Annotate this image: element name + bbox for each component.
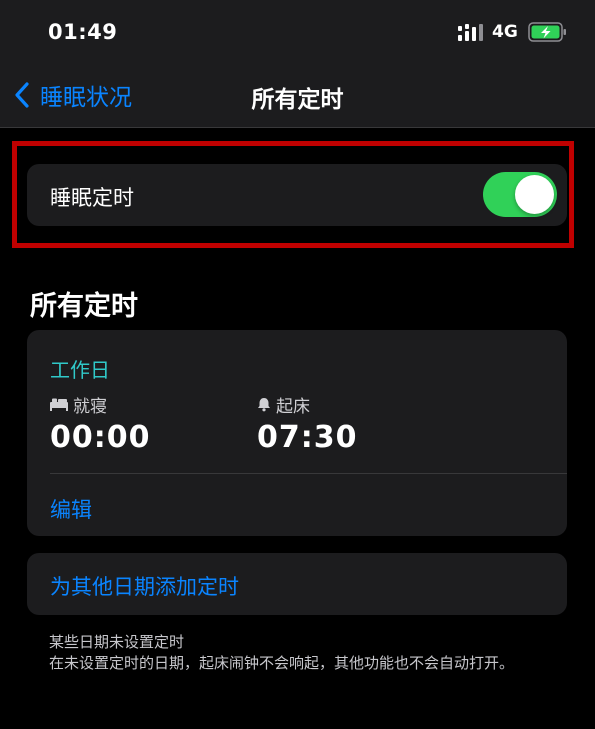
wake-value: 07:30 [257, 420, 358, 455]
footer-note: 某些日期未设置定时 在未设置定时的日期，起床闹钟不会响起，其他功能也不会自动打开… [49, 632, 549, 674]
bedtime-block: 就寝 00:00 [50, 393, 151, 455]
section-title: 所有定时 [30, 291, 138, 322]
footer-heading: 某些日期未设置定时 [49, 633, 185, 651]
battery-charging-icon [528, 22, 566, 42]
wake-block: 起床 07:30 [257, 393, 358, 456]
page-title: 所有定时 [251, 87, 344, 113]
card-divider [50, 473, 567, 474]
schedule-card: 工作日 就寝 00:00 起床 07:30 编辑 [27, 330, 567, 536]
bell-icon [258, 397, 270, 411]
bed-icon [50, 398, 68, 411]
status-bar: 01:49 4G [0, 0, 595, 64]
bedtime-label: 就寝 [73, 396, 107, 417]
status-time: 01:49 [48, 20, 118, 44]
edit-button[interactable]: 编辑 [50, 494, 92, 524]
schedule-days: 工作日 [50, 358, 110, 382]
signal-icon [458, 24, 483, 41]
add-schedule-button[interactable]: 为其他日期添加定时 [27, 553, 567, 615]
bedtime-value: 00:00 [50, 420, 151, 455]
highlight-annotation [12, 141, 574, 248]
add-schedule-label: 为其他日期添加定时 [50, 575, 239, 599]
navigation-bar: 睡眠状况 所有定时 [0, 64, 595, 128]
wake-label: 起床 [276, 396, 310, 417]
footer-description: 在未设置定时的日期，起床闹钟不会响起，其他功能也不会自动打开。 [49, 654, 515, 672]
network-type: 4G [492, 22, 518, 42]
